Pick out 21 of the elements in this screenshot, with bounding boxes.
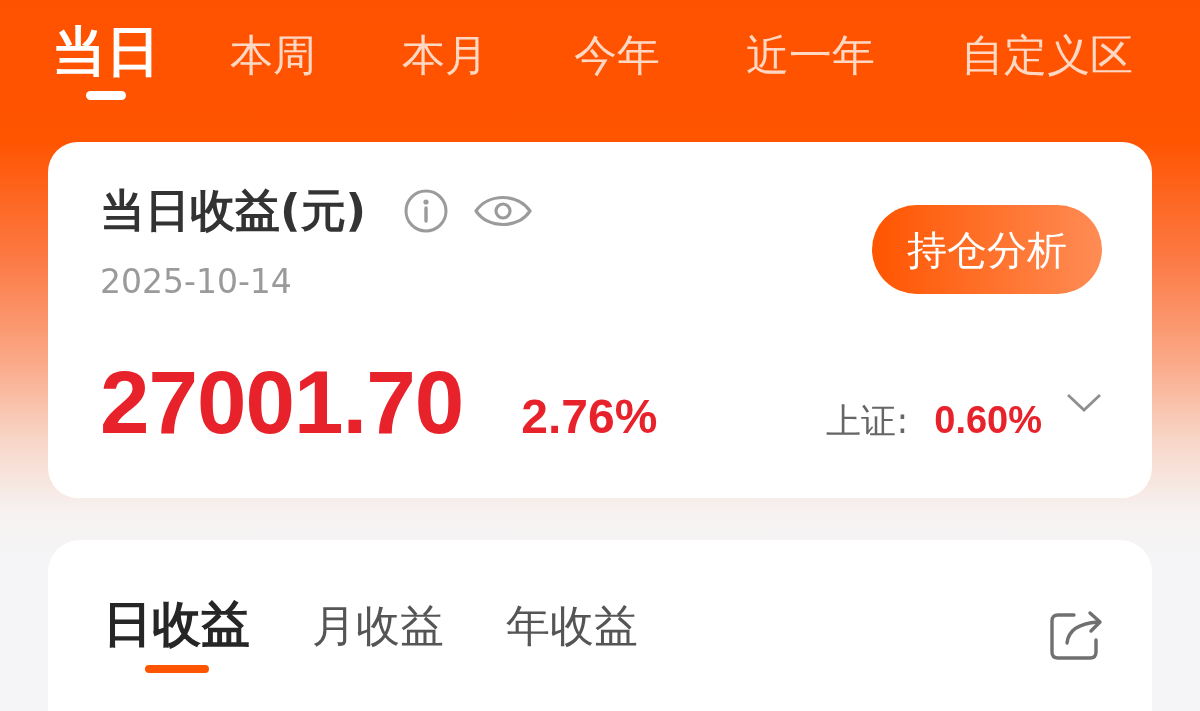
info-icon[interactable]	[404, 189, 449, 233]
index-change: 0.60%	[934, 397, 1042, 443]
card-title: 当日收益(元)	[100, 184, 367, 238]
share-icon[interactable]	[1050, 610, 1104, 660]
earnings-tab[interactable]: 月收益	[312, 600, 444, 653]
period-tab[interactable]: 当日	[52, 20, 160, 100]
selected-underline	[86, 90, 126, 100]
earnings-amount: 27001.70	[100, 353, 464, 452]
period-tab[interactable]: 本周	[230, 30, 316, 82]
period-tab[interactable]: 自定义区	[961, 30, 1133, 82]
period-tab[interactable]: 近一年	[746, 30, 875, 82]
period-tab[interactable]: 本月	[402, 30, 488, 82]
earnings-tab[interactable]: 日收益	[103, 596, 250, 673]
selected-underline	[144, 664, 209, 673]
holdings-analysis-button[interactable]: 持仓分析	[872, 205, 1102, 294]
earnings-rate: 2.76%	[521, 388, 658, 445]
chevron-down-icon[interactable]	[1066, 393, 1102, 414]
date-text: 2025-10-14	[100, 262, 293, 302]
index-label: 上证:	[826, 399, 909, 443]
earnings-tab[interactable]: 年收益	[506, 600, 638, 653]
period-tab[interactable]: 今年	[574, 30, 660, 82]
